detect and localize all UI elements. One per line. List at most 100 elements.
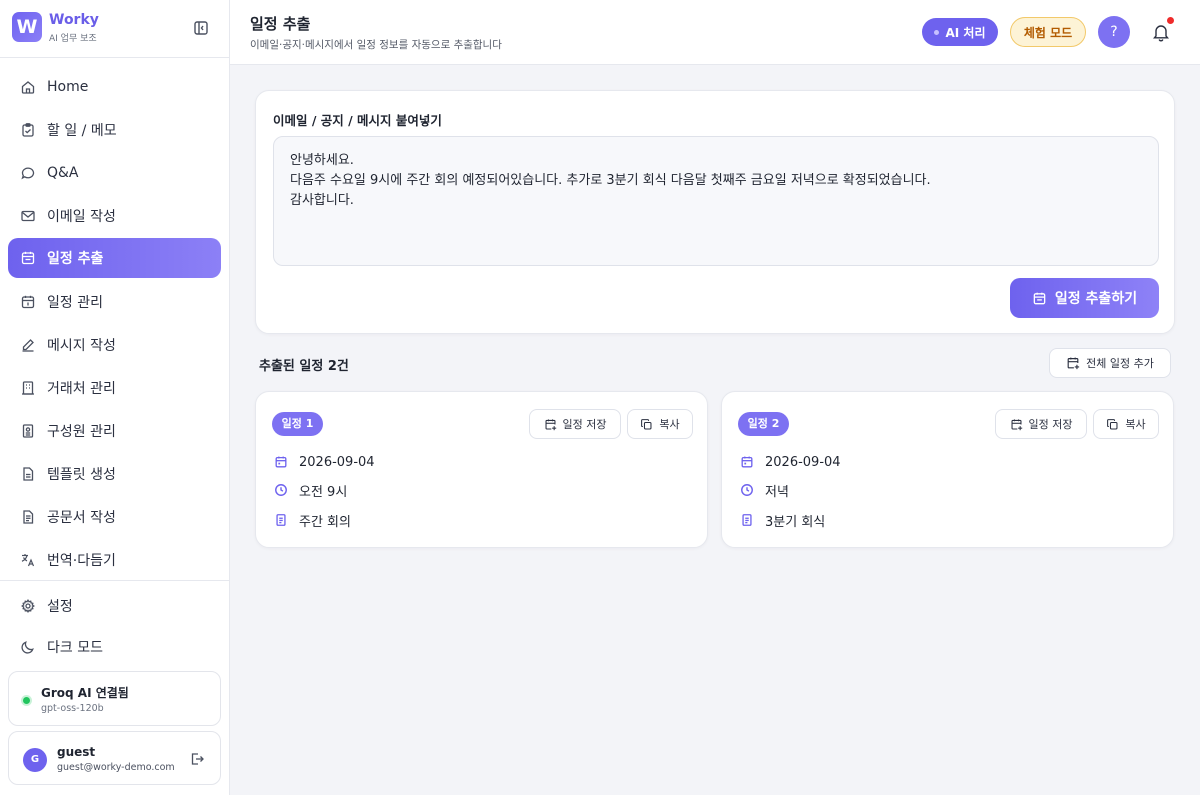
document-icon (23, 510, 34, 524)
user-name: guest (57, 745, 96, 759)
sidebar: W Worky AI 업무 보조 Home 할 일 / 메모 Q&A 이메일 작… (0, 0, 230, 795)
sidebar-item-clients[interactable]: 거래처 관리 (8, 368, 221, 408)
sidebar-item-official-doc[interactable]: 공문서 작성 (8, 497, 221, 537)
input-card: 이메일 / 공지 / 메시지 붙여넣기 안녕하세요. 다음주 수요일 9시에 주… (255, 90, 1175, 334)
sidebar-item-schedule-extract[interactable]: 일정 추출 (8, 238, 221, 278)
calendar-check-icon (21, 295, 35, 309)
brand-subtitle: AI 업무 보조 (49, 34, 97, 44)
copy-label: 복사 (1125, 418, 1146, 431)
add-all-label: 전체 일정 추가 (1086, 357, 1154, 370)
calendar-plus-icon (1011, 418, 1022, 430)
calendar-icon (741, 456, 753, 468)
notification-dot (1167, 17, 1174, 24)
clock-icon (741, 484, 753, 496)
sidebar-item-email[interactable]: 이메일 작성 (8, 196, 221, 236)
brand[interactable]: W Worky AI 업무 보조 (12, 12, 218, 46)
id-card-icon (22, 424, 34, 438)
extract-schedule-button[interactable]: 일정 추출하기 (1010, 278, 1159, 318)
sidebar-item-label: 할 일 / 메모 (47, 123, 117, 139)
sidebar-item-qna[interactable]: Q&A (8, 153, 221, 193)
event-title-row: 3분기 회식 (740, 511, 826, 530)
copy-event-button[interactable]: 복사 (1093, 409, 1159, 439)
bell-icon[interactable] (1152, 22, 1170, 42)
status-dot-icon (934, 29, 940, 35)
brand-name: Worky (49, 12, 99, 28)
copy-icon (641, 418, 652, 429)
sidebar-item-label: 이메일 작성 (47, 209, 116, 225)
ai-connection-status: Groq AI 연결됨 gpt-oss-120b (8, 671, 221, 726)
page-subtitle: 이메일·공지·메시지에서 일정 정보를 자동으로 추출합니다 (250, 39, 502, 51)
sidebar-item-home[interactable]: Home (8, 67, 221, 107)
sidebar-item-translate[interactable]: 번역·다듬기 (8, 540, 221, 580)
page-title: 일정 추출 (250, 15, 311, 33)
textarea-line: 안녕하세요. (290, 153, 354, 168)
sidebar-item-dark-mode[interactable]: 다크 모드 (8, 627, 221, 667)
event-date-row: 2026-09-04 (274, 453, 375, 471)
gear-icon (21, 599, 35, 613)
event-date: 2026-09-04 (299, 454, 375, 470)
mail-icon (21, 210, 35, 222)
save-label: 일정 저장 (562, 418, 607, 431)
sidebar-item-label: Q&A (47, 165, 79, 181)
building-icon (22, 381, 34, 395)
moon-icon (21, 641, 34, 654)
help-button[interactable]: ? (1098, 16, 1130, 48)
sidebar-item-label: 공문서 작성 (47, 510, 116, 526)
save-event-button[interactable]: 일정 저장 (529, 409, 621, 439)
event-time-row: 오전 9시 (274, 481, 348, 500)
calendar-icon (21, 251, 35, 265)
ai-processing-badge[interactable]: AI 처리 (922, 18, 998, 46)
document-icon (742, 514, 752, 526)
sidebar-item-label: Home (47, 79, 89, 95)
clock-icon (275, 484, 287, 496)
extract-button-label: 일정 추출하기 (1054, 291, 1138, 307)
add-all-schedules-button[interactable]: 전체 일정 추가 (1049, 348, 1171, 378)
pencil-icon (22, 339, 34, 352)
chat-icon (21, 167, 35, 180)
sidebar-item-todo[interactable]: 할 일 / 메모 (8, 110, 221, 150)
trial-mode-badge[interactable]: 체험 모드 (1010, 17, 1086, 47)
event-time-row: 저녁 (740, 481, 789, 500)
calendar-icon (1033, 292, 1046, 304)
event-card: 일정 2 일정 저장 복사 2026-09-04 저녁 3분기 회식 (721, 391, 1174, 548)
clipboard-icon (22, 123, 34, 137)
message-textarea[interactable]: 안녕하세요. 다음주 수요일 9시에 주간 회의 예정되어있습니다. 추가로 3… (273, 136, 1159, 266)
event-title: 주간 회의 (299, 514, 351, 530)
event-title: 3분기 회식 (765, 514, 826, 530)
calendar-plus-icon (1067, 357, 1080, 370)
sidebar-item-label: 일정 추출 (47, 251, 104, 267)
sidebar-item-members[interactable]: 구성원 관리 (8, 411, 221, 451)
avatar: G (23, 748, 47, 772)
home-icon (21, 81, 35, 94)
sidebar-collapse-icon[interactable] (192, 19, 210, 37)
trial-badge-label: 체험 모드 (1023, 25, 1073, 40)
sidebar-item-template[interactable]: 템플릿 생성 (8, 454, 221, 494)
copy-icon (1107, 418, 1118, 429)
event-date: 2026-09-04 (765, 454, 841, 470)
results-title: 추출된 일정 2건 (259, 359, 349, 374)
save-event-button[interactable]: 일정 저장 (995, 409, 1087, 439)
copy-event-button[interactable]: 복사 (627, 409, 693, 439)
sidebar-item-message[interactable]: 메시지 작성 (8, 325, 221, 365)
status-title: Groq AI 연결됨 (41, 686, 129, 700)
copy-label: 복사 (659, 418, 680, 431)
calendar-icon (275, 456, 287, 468)
textarea-line: 감사합니다. (290, 193, 354, 208)
save-label: 일정 저장 (1028, 418, 1073, 431)
event-time: 오전 9시 (299, 484, 348, 500)
sidebar-item-label: 일정 관리 (47, 295, 103, 311)
header: 일정 추출 이메일·공지·메시지에서 일정 정보를 자동으로 추출합니다 AI … (230, 0, 1200, 65)
brand-logo: W (12, 12, 42, 42)
sidebar-item-schedule-manage[interactable]: 일정 관리 (8, 282, 221, 322)
sidebar-item-label: 템플릿 생성 (47, 467, 116, 483)
sidebar-item-settings[interactable]: 설정 (8, 586, 221, 626)
sidebar-divider (0, 57, 229, 58)
event-title-row: 주간 회의 (274, 511, 351, 530)
input-label: 이메일 / 공지 / 메시지 붙여넣기 (273, 113, 442, 128)
status-dot-icon (23, 697, 30, 704)
sidebar-item-label: 메시지 작성 (47, 338, 116, 354)
logout-icon[interactable] (189, 751, 205, 767)
status-model: gpt-oss-120b (41, 703, 104, 714)
event-date-row: 2026-09-04 (740, 453, 841, 471)
sidebar-item-label: 다크 모드 (47, 640, 103, 656)
